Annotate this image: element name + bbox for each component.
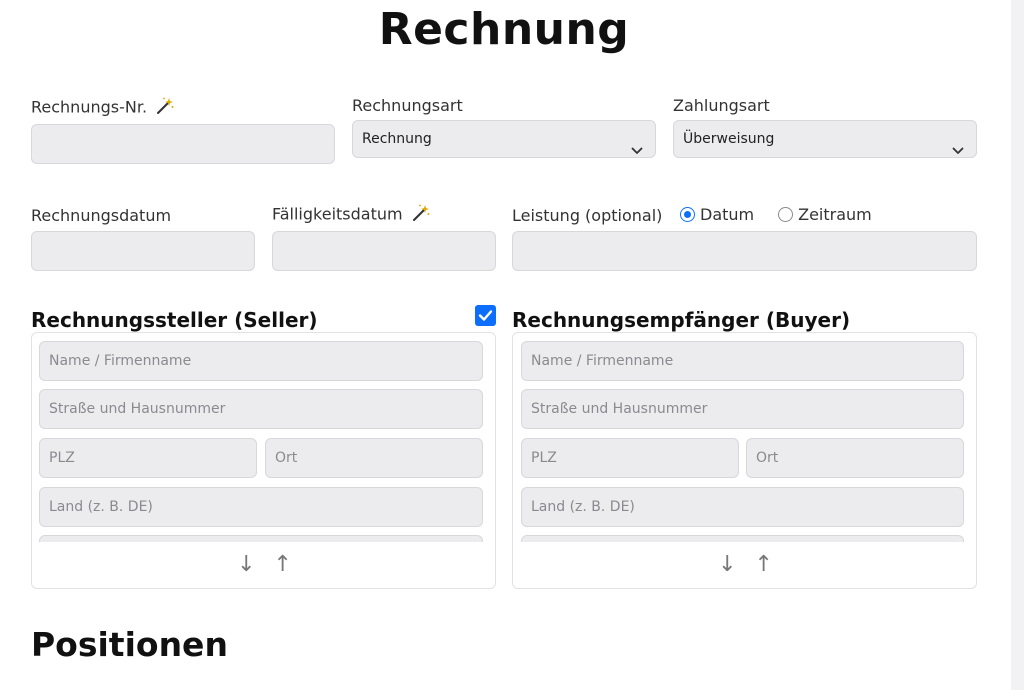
arrow-up-icon[interactable]: ↑ <box>755 552 773 577</box>
service-radio-group: Datum Zeitraum <box>680 205 896 224</box>
service-label: Leistung (optional) <box>512 206 663 225</box>
seller-title: Rechnungssteller (Seller) <box>31 308 318 332</box>
buyer-next-field[interactable] <box>521 535 964 542</box>
buyer-title: Rechnungsempfänger (Buyer) <box>512 308 851 332</box>
seller-zip-input[interactable]: PLZ <box>39 438 257 478</box>
seller-name-input[interactable]: Name / Firmenname <box>39 341 483 381</box>
radio-period-indicator[interactable] <box>778 207 794 222</box>
magic-wand-icon[interactable] <box>411 203 431 227</box>
buyer-name-input[interactable]: Name / Firmenname <box>521 341 964 381</box>
invoice-date-label: Rechnungsdatum <box>31 206 172 225</box>
radio-period[interactable]: Zeitraum <box>778 205 872 224</box>
arrow-down-icon[interactable]: ↓ <box>718 552 736 577</box>
due-date-input[interactable] <box>272 231 496 271</box>
radio-date[interactable]: Datum <box>680 205 754 224</box>
seller-street-input[interactable]: Straße und Hausnummer <box>39 389 483 429</box>
payment-type-select[interactable]: Überweisung <box>673 120 977 158</box>
payment-type-value: Überweisung <box>683 131 775 147</box>
positions-title: Positionen <box>31 625 228 664</box>
radio-date-indicator[interactable] <box>680 207 695 222</box>
seller-checkbox[interactable] <box>475 305 496 326</box>
due-date-label: Fälligkeitsdatum <box>272 203 431 227</box>
invoice-number-label: Rechnungs-Nr. <box>31 96 175 120</box>
seller-country-input[interactable]: Land (z. B. DE) <box>39 487 483 527</box>
buyer-zip-input[interactable]: PLZ <box>521 438 739 478</box>
buyer-scroll-controls: ↓ ↑ <box>513 552 976 577</box>
buyer-card: Name / Firmenname Straße und Hausnummer … <box>512 332 977 589</box>
buyer-street-input[interactable]: Straße und Hausnummer <box>521 389 964 429</box>
seller-next-field[interactable] <box>39 535 483 542</box>
seller-scroll-controls: ↓ ↑ <box>32 552 495 577</box>
scrollbar-track[interactable] <box>1011 0 1024 690</box>
invoice-date-input[interactable] <box>31 231 255 271</box>
magic-wand-icon[interactable] <box>155 96 175 120</box>
chevron-down-icon <box>631 134 643 170</box>
due-date-label-text: Fälligkeitsdatum <box>272 204 403 224</box>
buyer-city-input[interactable]: Ort <box>746 438 964 478</box>
seller-card: Name / Firmenname Straße und Hausnummer … <box>31 332 496 589</box>
invoice-type-value: Rechnung <box>362 131 432 147</box>
arrow-down-icon[interactable]: ↓ <box>237 552 255 577</box>
page-title: Rechnung <box>378 4 630 55</box>
invoice-type-select[interactable]: Rechnung <box>352 120 656 158</box>
payment-type-label: Zahlungsart <box>673 96 770 115</box>
invoice-number-input[interactable] <box>31 124 335 164</box>
invoice-type-label: Rechnungsart <box>352 96 463 115</box>
radio-date-label: Datum <box>700 205 755 224</box>
arrow-up-icon[interactable]: ↑ <box>274 552 292 577</box>
chevron-down-icon <box>952 134 964 170</box>
seller-city-input[interactable]: Ort <box>265 438 483 478</box>
checkmark-icon <box>478 310 493 321</box>
service-date-input[interactable] <box>512 231 977 271</box>
radio-period-label: Zeitraum <box>798 205 872 224</box>
buyer-country-input[interactable]: Land (z. B. DE) <box>521 487 964 527</box>
invoice-number-label-text: Rechnungs-Nr. <box>31 97 148 117</box>
